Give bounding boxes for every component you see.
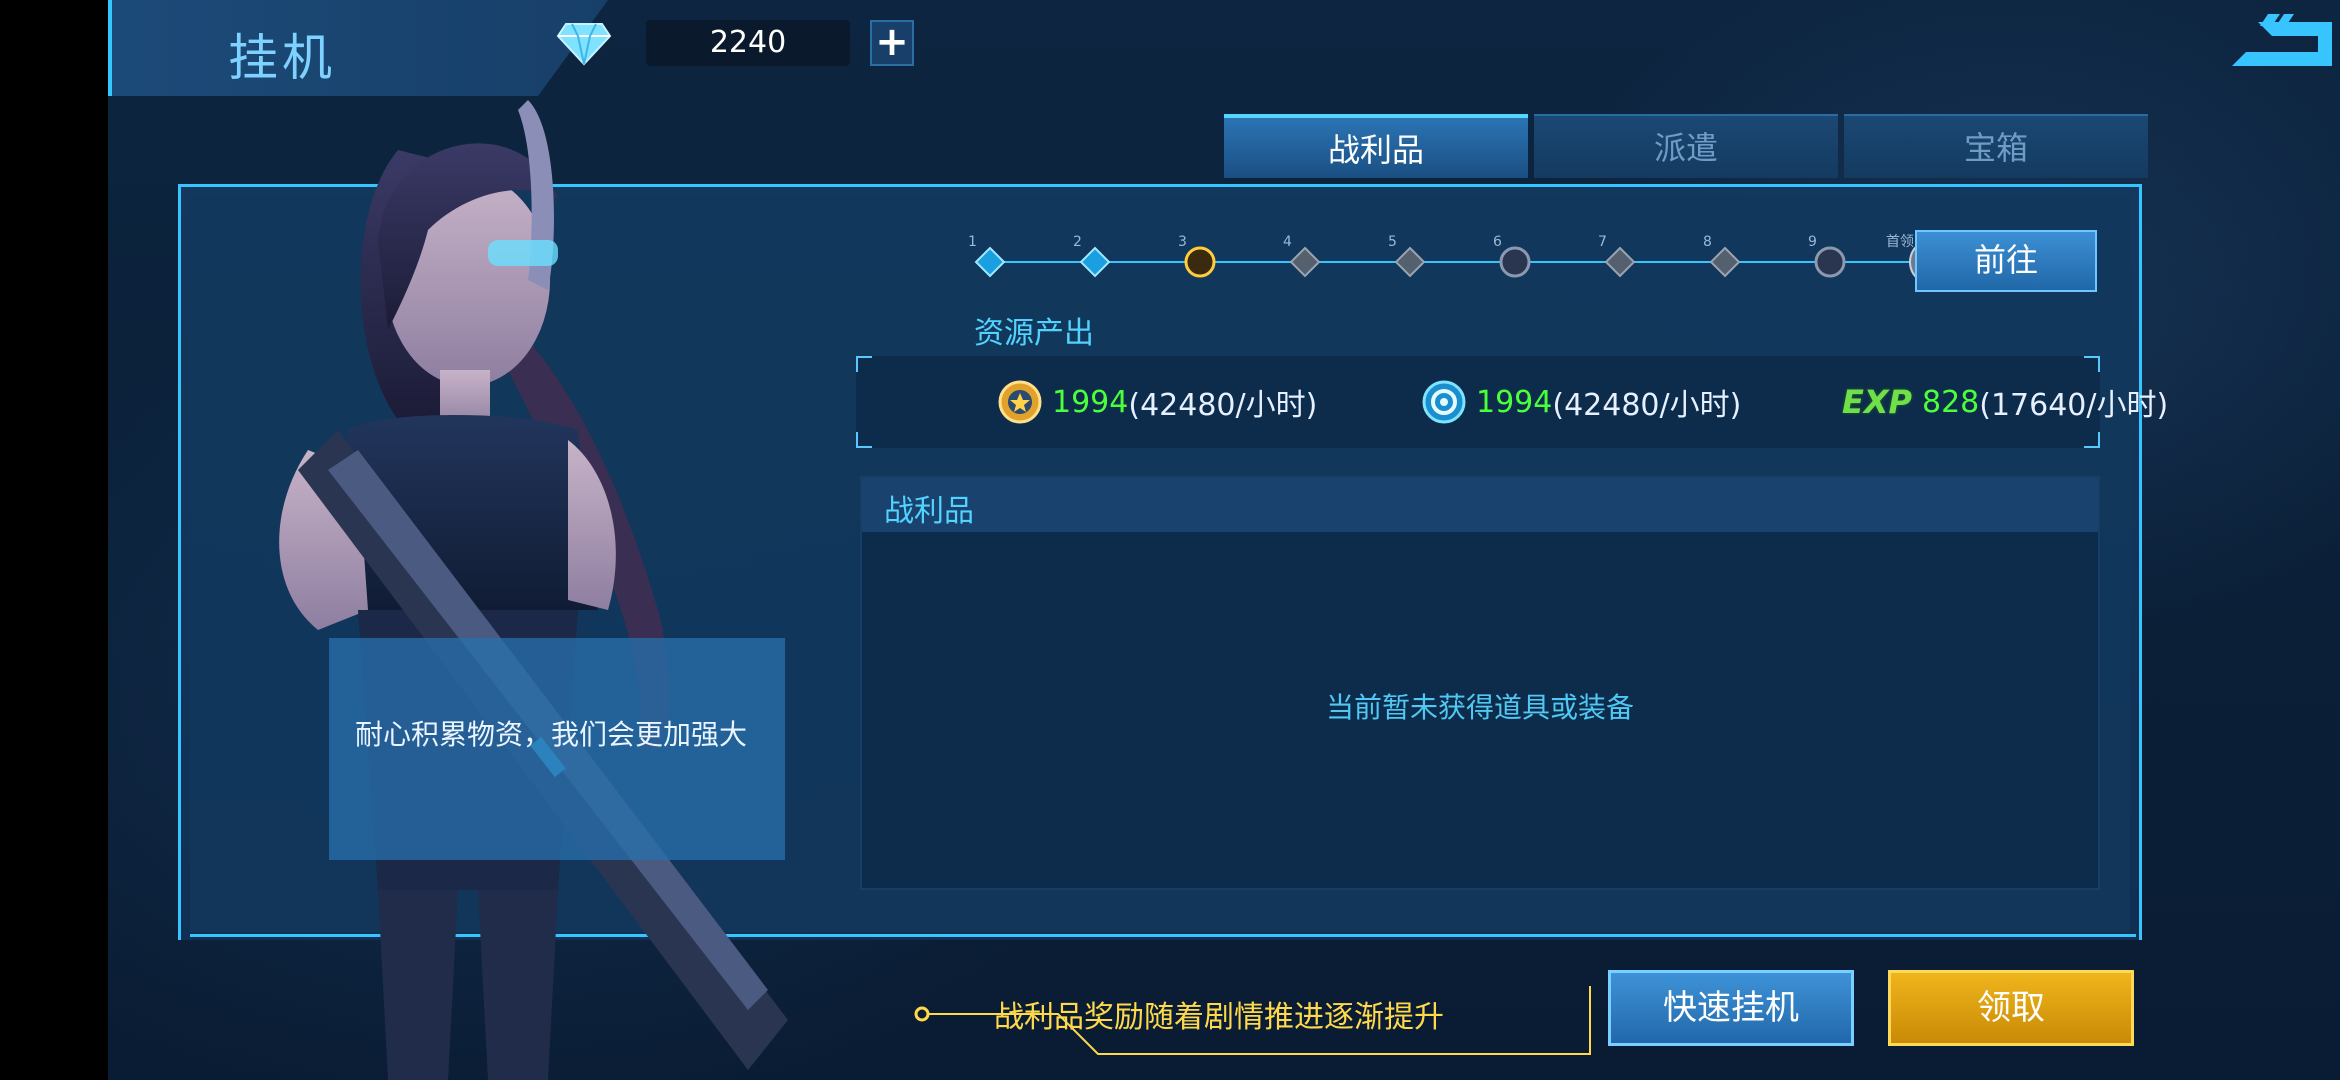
resource-core-rate: (42480/小时) (1552, 388, 1742, 423)
stage-node-label: 8 (1703, 234, 1712, 250)
stage-node-icon (1604, 246, 1636, 278)
claim-button[interactable]: 领取 (1888, 970, 2134, 1046)
stage-node: 8 (1703, 234, 1741, 278)
blue-core-icon (1422, 380, 1466, 424)
boss-label: 首领 (1886, 234, 1914, 250)
top-bar: 挂机 2240 + (108, 0, 2340, 96)
stage-node-icon (1709, 246, 1741, 278)
stage-node-label: 5 (1388, 234, 1397, 250)
resource-exp-value: 828 (1921, 384, 1980, 420)
stage-node: 9 (1808, 234, 1846, 278)
loot-empty-message: 当前暂未获得道具或装备 (1325, 691, 1634, 724)
corner-tl (856, 356, 872, 372)
boss-node-icon (1814, 246, 1846, 278)
dialogue-text: 耐心积累物资，我们会更加强大 (355, 718, 748, 751)
resources-label: 资源产出 (974, 316, 1094, 351)
gem-count: 2240 (646, 20, 850, 66)
resource-exp-rate: (17640/小时) (1979, 388, 2169, 423)
stage-node-icon (1394, 246, 1426, 278)
quick-idle-button[interactable]: 快速挂机 (1608, 970, 1854, 1046)
stage-node-icon (1079, 246, 1111, 278)
stage-progress-track: 1 2 3 4 5 6 7 8 9 首领 (968, 234, 1958, 285)
stage-node-label: 9 (1808, 234, 1817, 250)
loot-title: 战利品 (884, 494, 974, 529)
go-button[interactable]: 前往 (1915, 230, 2097, 292)
stage-node: 4 (1283, 234, 1321, 278)
gold-coin-icon (998, 380, 1042, 424)
stage-node-label: 2 (1073, 234, 1082, 250)
corner-tr (2084, 356, 2100, 372)
corner-br (2084, 432, 2100, 448)
game-screen: 挂机 2240 + 战利品 派遣 宝箱 耐心积累物资，我们会更加强大 1 2 3… (108, 0, 2340, 1080)
resource-core-value: 1994 (1476, 384, 1553, 420)
hint-text: 战利品奖励随着剧情推进逐渐提升 (994, 1000, 1444, 1035)
back-icon[interactable] (2228, 14, 2334, 72)
loot-header: 战利品 (862, 478, 2098, 532)
resource-gold-value: 1994 (1052, 384, 1129, 420)
resource-exp: EXP 828 (17640/小时) (1842, 378, 2168, 426)
stage-node-icon (1289, 246, 1321, 278)
stage-node-label: 7 (1598, 234, 1607, 250)
stage-node-label: 4 (1283, 234, 1292, 250)
resource-core: 1994 (42480/小时) (1422, 378, 1741, 426)
stage-node-label: 3 (1178, 234, 1187, 250)
loot-panel: 战利品 当前暂未获得道具或装备 (860, 476, 2100, 890)
stage-node-label: 6 (1493, 234, 1502, 250)
tab-dispatch[interactable]: 派遣 (1534, 114, 1838, 178)
resources-box: 1994 (42480/小时) 1994 (42480/小时) EXP 828 … (856, 356, 2168, 448)
stage-node: 2 (1073, 234, 1111, 278)
title-plate (108, 0, 608, 96)
stage-node-icon (974, 246, 1006, 278)
stage-node: 5 (1388, 234, 1426, 278)
add-gems-button[interactable]: + (870, 20, 914, 66)
exp-icon: EXP (1842, 383, 1912, 421)
tab-chest[interactable]: 宝箱 (1844, 114, 2148, 178)
page-title: 挂机 (228, 29, 336, 87)
stage-node: 6 (1493, 234, 1531, 278)
stage-node: 1 (968, 234, 1006, 278)
diamond-icon (556, 23, 612, 66)
stage-node: 3 (1178, 234, 1216, 278)
dialogue-bubble: 耐心积累物资，我们会更加强大 (329, 638, 785, 860)
stage-node: 7 (1598, 234, 1636, 278)
tab-loot[interactable]: 战利品 (1224, 114, 1528, 178)
resource-gold: 1994 (42480/小时) (998, 378, 1317, 426)
resource-gold-rate: (42480/小时) (1128, 388, 1318, 423)
corner-bl (856, 432, 872, 448)
stage-node-label: 1 (968, 234, 977, 250)
boss-node-icon (1499, 246, 1531, 278)
boss-node-icon (1184, 246, 1216, 278)
